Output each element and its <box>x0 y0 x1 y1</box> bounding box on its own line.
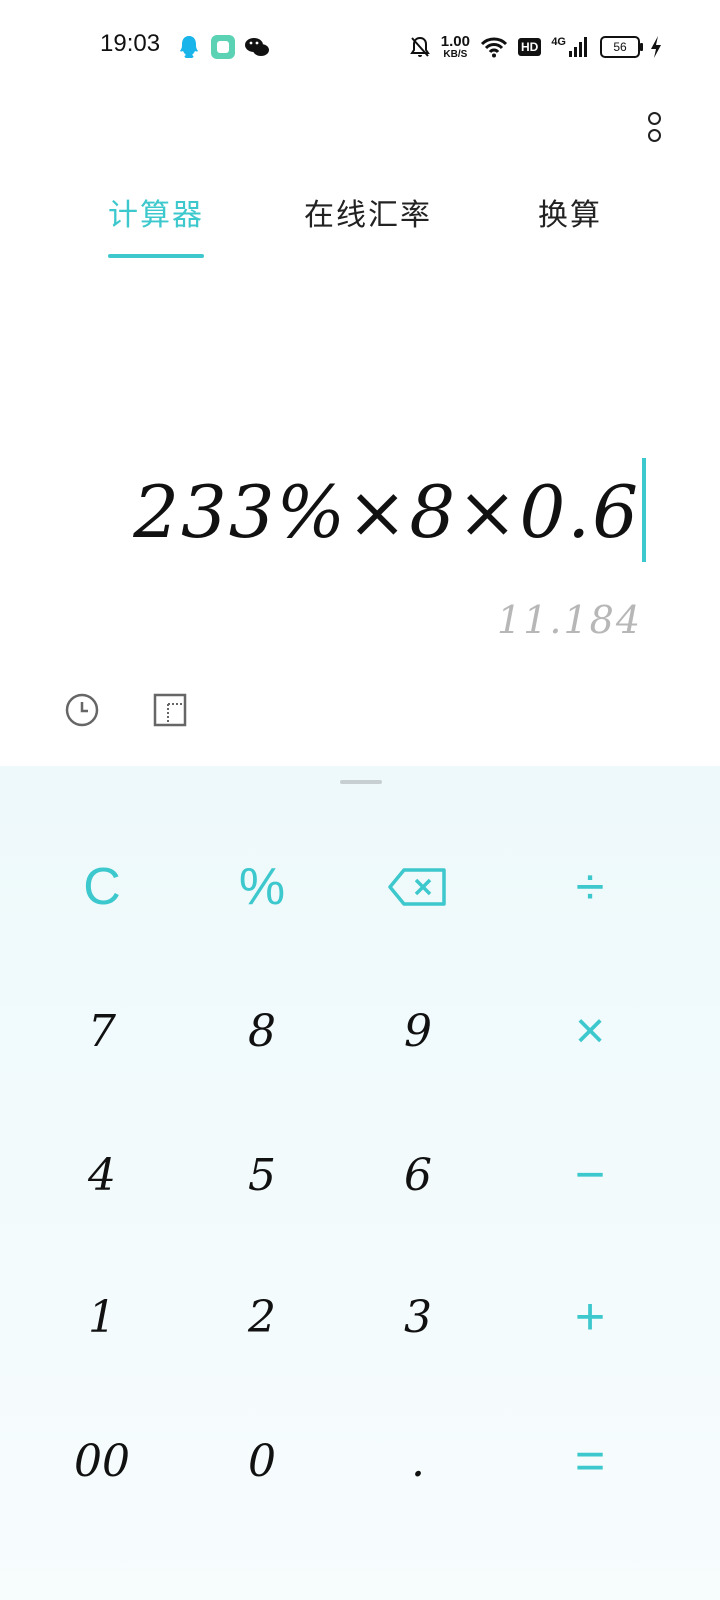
digit-8-button[interactable]: 8 <box>182 976 342 1086</box>
text-cursor <box>642 458 646 562</box>
active-tab-indicator <box>108 254 204 258</box>
backspace-icon <box>388 868 446 906</box>
battery-level: 56 <box>613 40 627 54</box>
signal-icon <box>569 37 587 57</box>
keypad: C % ÷ 7 8 9 × 4 5 6 − 1 2 3 + 00 0 . = <box>0 766 720 1600</box>
add-button[interactable]: + <box>510 1262 670 1372</box>
divide-button[interactable]: ÷ <box>510 832 670 942</box>
keypad-drag-handle[interactable] <box>340 780 382 784</box>
status-right-group: 1.00 KB/S HD 4G 56 <box>409 30 662 64</box>
wechat-icon <box>245 38 269 56</box>
decimal-point-button[interactable]: . <box>338 1406 498 1516</box>
clear-button[interactable]: C <box>22 832 182 942</box>
more-options-button[interactable] <box>644 110 664 144</box>
signal-group: 4G <box>551 36 590 58</box>
qq-icon <box>180 36 198 58</box>
status-bar: 19:03 1.00 KB/S HD 4G 56 <box>0 0 720 96</box>
history-icon[interactable] <box>64 692 100 728</box>
tab-conversion[interactable]: 换算 <box>530 190 610 250</box>
digit-7-button[interactable]: 7 <box>22 976 182 1086</box>
tab-bar: 计算器 在线汇率 换算 <box>0 190 720 270</box>
double-zero-button[interactable]: 00 <box>22 1406 182 1516</box>
result-preview: 11.184 <box>497 598 642 642</box>
network-speed-value: 1.00 <box>440 33 470 50</box>
digit-2-button[interactable]: 2 <box>182 1262 342 1372</box>
more-vertical-icon-dot <box>647 129 661 142</box>
network-speed: 1.00 KB/S <box>441 34 470 60</box>
tab-calculator[interactable]: 计算器 <box>96 190 216 250</box>
charging-icon <box>651 36 661 58</box>
digit-3-button[interactable]: 3 <box>338 1262 498 1372</box>
equals-button[interactable]: = <box>510 1406 670 1516</box>
digit-4-button[interactable]: 4 <box>22 1120 182 1230</box>
percent-button[interactable]: % <box>182 832 342 942</box>
scientific-mode-icon[interactable] <box>152 692 188 728</box>
wifi-icon <box>480 37 508 58</box>
more-vertical-icon <box>647 112 661 125</box>
digit-0-button[interactable]: 0 <box>182 1406 342 1516</box>
status-time: 19:03 <box>100 30 161 57</box>
hd-badge: HD <box>517 38 542 56</box>
battery-icon: 56 <box>600 36 643 58</box>
network-speed-unit: KB/S <box>443 49 468 60</box>
digit-6-button[interactable]: 6 <box>338 1120 498 1230</box>
mute-bell-icon <box>409 36 430 57</box>
network-type: 4G <box>551 36 566 48</box>
digit-1-button[interactable]: 1 <box>22 1262 182 1372</box>
backspace-button[interactable] <box>338 832 498 942</box>
expression-display[interactable]: 233%×8×0.6 <box>133 470 640 554</box>
digit-5-button[interactable]: 5 <box>182 1120 342 1230</box>
digit-9-button[interactable]: 9 <box>338 976 498 1086</box>
subtract-button[interactable]: − <box>510 1120 670 1230</box>
tab-exchange-rate[interactable]: 在线汇率 <box>300 190 436 250</box>
app-icon <box>211 35 235 59</box>
multiply-button[interactable]: × <box>510 976 670 1086</box>
